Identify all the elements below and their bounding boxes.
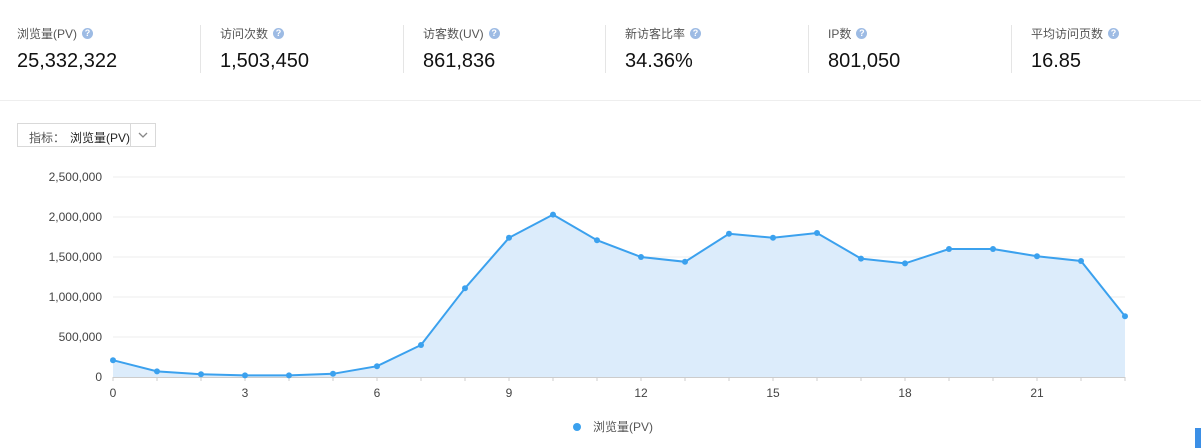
- stat-value: 34.36%: [625, 50, 693, 72]
- stat-label-text: IP数: [828, 27, 852, 41]
- stat-label-text: 浏览量(PV): [17, 27, 78, 41]
- metric-selector-value: 浏览量(PV): [70, 131, 131, 145]
- data-point: [242, 372, 248, 379]
- data-point: [550, 211, 556, 218]
- data-point: [858, 255, 864, 262]
- stat-value: 25,332,322: [17, 50, 118, 72]
- stat-item: 新访客比率? 34.36%: [605, 0, 805, 100]
- help-icon[interactable]: ?: [690, 28, 702, 39]
- chart-legend[interactable]: 浏览量(PV): [573, 418, 653, 435]
- help-icon[interactable]: ?: [273, 28, 285, 39]
- stat-divider: [605, 25, 606, 73]
- data-point: [330, 370, 336, 377]
- stat-label-text: 新访客比率: [625, 27, 686, 41]
- data-point: [946, 246, 952, 252]
- x-tick-label: 3: [242, 386, 249, 400]
- y-tick-label: 2,500,000: [49, 170, 103, 184]
- stat-label-text: 平均访问页数: [1031, 27, 1104, 41]
- stat-label-text: 访问次数: [220, 27, 269, 41]
- data-point: [682, 258, 688, 265]
- data-point: [286, 372, 292, 379]
- data-point: [726, 230, 732, 237]
- data-point: [638, 254, 644, 260]
- stat-label: 新访客比率?: [625, 25, 702, 42]
- data-point: [462, 285, 468, 292]
- stat-label: 访问次数?: [220, 25, 285, 42]
- x-tick-label: 9: [506, 386, 513, 400]
- stat-label-text: 访客数(UV): [423, 27, 484, 41]
- x-tick-label: 6: [374, 386, 381, 400]
- data-point: [1034, 253, 1040, 260]
- chevron-down-icon[interactable]: [131, 124, 155, 146]
- data-point: [1078, 258, 1084, 264]
- data-point: [374, 363, 380, 370]
- stat-label: 浏览量(PV)?: [17, 25, 94, 42]
- metric-selector[interactable]: 指标： 浏览量(PV): [17, 123, 156, 147]
- x-tick-label: 21: [1030, 386, 1044, 400]
- stat-value: 801,050: [828, 50, 901, 72]
- series-area: [113, 214, 1125, 377]
- x-tick-label: 15: [766, 386, 780, 400]
- y-tick-label: 2,000,000: [49, 210, 103, 224]
- y-tick-label: 1,500,000: [49, 250, 103, 264]
- x-tick-label: 18: [898, 386, 912, 400]
- stat-item: 平均访问页数? 16.85: [1011, 0, 1201, 100]
- stat-value: 861,836: [423, 50, 496, 72]
- stat-value: 16.85: [1031, 50, 1082, 72]
- stat-divider: [1011, 25, 1012, 73]
- data-point: [1122, 313, 1128, 320]
- y-tick-label: 1,000,000: [49, 290, 103, 304]
- stat-label: IP数?: [828, 25, 868, 42]
- pv-area-chart: 0 500,000 1,000,000 1,500,000 2,000,000 2,500…: [49, 170, 1128, 400]
- data-point: [506, 234, 512, 241]
- stat-divider: [200, 25, 201, 73]
- y-tick-label: 0: [95, 370, 102, 384]
- data-point: [990, 246, 996, 252]
- stat-item: 访客数(UV)? 861,836: [403, 0, 603, 100]
- data-point: [770, 234, 776, 241]
- data-point: [814, 230, 820, 236]
- stats-bar: 浏览量(PV)? 25,332,322 访问次数? 1,503,450 访客数(UV)?…: [0, 0, 1201, 101]
- help-icon[interactable]: ?: [856, 28, 868, 39]
- help-icon[interactable]: ?: [1108, 28, 1120, 39]
- stat-label: 访客数(UV)?: [423, 25, 500, 42]
- data-point: [594, 237, 600, 244]
- help-icon[interactable]: ?: [488, 28, 500, 39]
- stat-value: 1,503,450: [220, 50, 309, 72]
- metric-selector-label: 指标：: [29, 131, 66, 145]
- stat-divider: [808, 25, 809, 73]
- stat-item: IP数? 801,050: [808, 0, 1008, 100]
- data-point: [418, 342, 424, 348]
- data-point: [110, 357, 116, 364]
- help-icon[interactable]: ?: [82, 28, 94, 39]
- side-tab[interactable]: [1195, 428, 1201, 448]
- x-tick-label: 0: [110, 386, 117, 400]
- x-tick-label: 12: [634, 386, 648, 400]
- data-point: [902, 260, 908, 267]
- y-tick-label: 500,000: [59, 330, 103, 344]
- stat-label: 平均访问页数?: [1031, 25, 1120, 42]
- legend-label: 浏览量(PV): [593, 420, 654, 434]
- legend-dot-icon: [573, 422, 581, 431]
- stat-divider: [403, 25, 404, 73]
- data-point: [154, 368, 160, 375]
- stat-item: 访问次数? 1,503,450: [200, 0, 400, 100]
- stat-item: 浏览量(PV)? 25,332,322: [0, 0, 200, 100]
- data-point: [198, 371, 204, 378]
